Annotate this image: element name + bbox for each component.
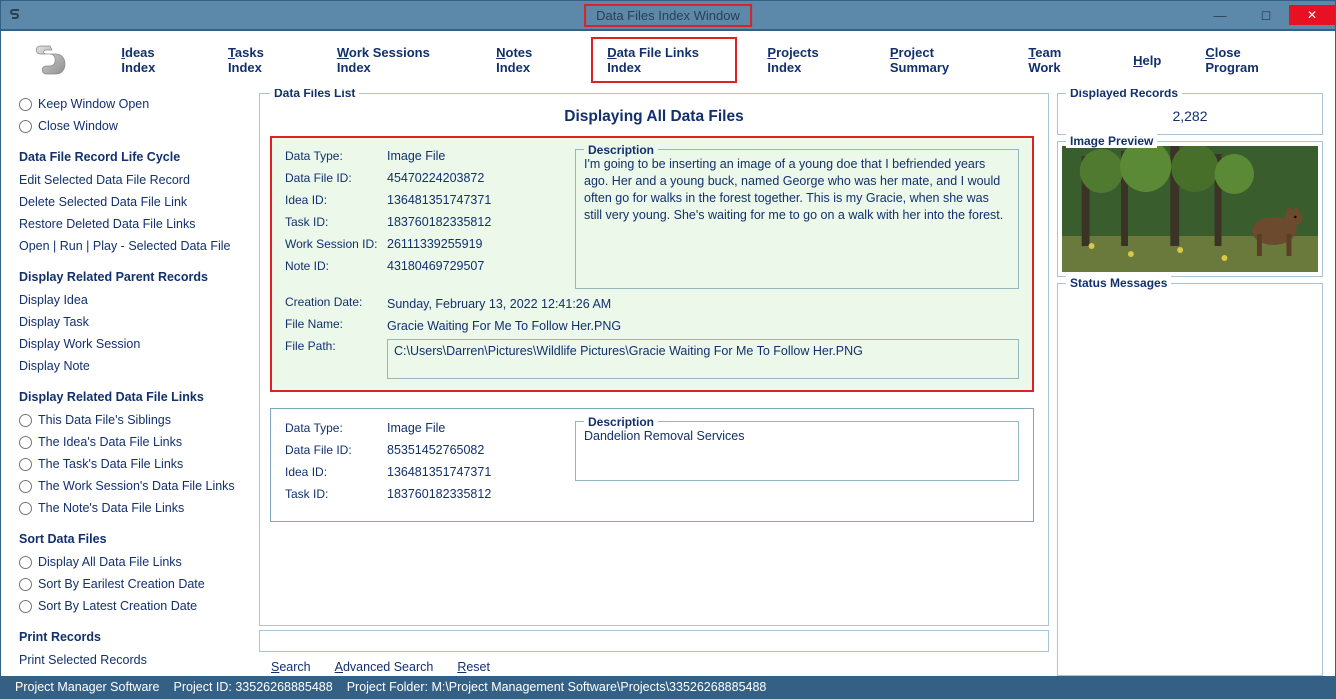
data-file-record[interactable]: Data Type:Image FileData File ID:4547022… [270, 136, 1034, 392]
menu-help[interactable]: Help [1119, 47, 1175, 74]
lifecycle-open-run-play-selected-data-file[interactable]: Open | Run | Play - Selected Data File [19, 235, 251, 257]
description-legend: Description [584, 142, 658, 158]
label-data_type: Data Type: [285, 149, 387, 163]
statusbar: Project Manager Software Project ID: 335… [1, 676, 1335, 698]
image-preview [1062, 146, 1318, 272]
displayed-records-legend: Displayed Records [1066, 89, 1182, 100]
value-file_path: C:\Users\Darren\Pictures\Wildlife Pictur… [387, 339, 1019, 379]
value-data_type: Image File [387, 149, 445, 163]
the-idea-s-data-file-links[interactable]: The Idea's Data File Links [19, 431, 251, 453]
displayed-records-count: 2,282 [1068, 108, 1312, 124]
parent-display-note[interactable]: Display Note [19, 355, 251, 377]
menu-team-work[interactable]: Team Work [1014, 39, 1103, 81]
value-work_session_id: 26111339255919 [387, 237, 482, 251]
list-title: Displaying All Data Files [270, 108, 1038, 126]
description-legend: Description [584, 414, 658, 430]
data-file-record[interactable]: Data Type:Image FileData File ID:8535145… [270, 408, 1034, 522]
lifecycle-delete-selected-data-file-link[interactable]: Delete Selected Data File Link [19, 191, 251, 213]
status-messages-legend: Status Messages [1066, 276, 1171, 290]
menu-project-summary[interactable]: Project Summary [876, 39, 998, 81]
close-window[interactable]: Close Window [19, 115, 251, 137]
parent-display-task[interactable]: Display Task [19, 311, 251, 333]
sort-by-latest-creation-date[interactable]: Sort By Latest Creation Date [19, 595, 251, 617]
maximize-button[interactable]: ◻ [1243, 5, 1289, 25]
parent-heading: Display Related Parent Records [19, 267, 251, 287]
label-creation_date: Creation Date: [285, 295, 387, 311]
search-input[interactable] [259, 630, 1049, 652]
menu-data-file-links-index[interactable]: Data File Links Index [591, 37, 737, 83]
image-preview-legend: Image Preview [1066, 134, 1157, 148]
label-idea_id: Idea ID: [285, 193, 387, 207]
titlebar: Data Files Index Window — ◻ ✕ [1, 1, 1335, 29]
minimize-button[interactable]: — [1197, 5, 1243, 25]
keep-window-open[interactable]: Keep Window Open [19, 93, 251, 115]
status-project-id: Project ID: 33526268885488 [174, 680, 333, 694]
sort-by-earilest-creation-date[interactable]: Sort By Earilest Creation Date [19, 573, 251, 595]
label-file_path: File Path: [285, 339, 387, 379]
value-data_type: Image File [387, 421, 445, 435]
the-task-s-data-file-links[interactable]: The Task's Data File Links [19, 453, 251, 475]
value-task_id: 183760182335812 [387, 487, 491, 501]
print-heading: Print Records [19, 627, 251, 647]
parent-display-work-session[interactable]: Display Work Session [19, 333, 251, 355]
menu-projects-index[interactable]: Projects Index [753, 39, 859, 81]
menubar: Ideas Index Tasks Index Work Sessions Inde… [1, 29, 1335, 89]
value-idea_id: 136481351747371 [387, 193, 491, 207]
data-files-list-panel: Data Files List Displaying All Data File… [259, 93, 1049, 626]
status-messages-panel: Status Messages [1057, 283, 1323, 676]
value-task_id: 183760182335812 [387, 215, 491, 229]
status-project-folder: Project Folder: M:\Project Management So… [347, 680, 767, 694]
parent-display-idea[interactable]: Display Idea [19, 289, 251, 311]
search-link[interactable]: Search [271, 660, 311, 674]
sort-heading: Sort Data Files [19, 529, 251, 549]
label-file_name: File Name: [285, 317, 387, 333]
menu-close-program[interactable]: Close Program [1191, 39, 1301, 81]
label-task_id: Task ID: [285, 215, 387, 229]
reset-link[interactable]: Reset [457, 660, 490, 674]
lifecycle-edit-selected-data-file-record[interactable]: Edit Selected Data File Record [19, 169, 251, 191]
value-idea_id: 136481351747371 [387, 465, 491, 479]
label-note_id: Note ID: [285, 259, 387, 273]
lifecycle-restore-deleted-data-file-links[interactable]: Restore Deleted Data File Links [19, 213, 251, 235]
the-note-s-data-file-links[interactable]: The Note's Data File Links [19, 497, 251, 519]
image-preview-panel: Image Preview [1057, 141, 1323, 277]
value-data_file_id: 45470224203872 [387, 171, 484, 185]
value-creation_date: Sunday, February 13, 2022 12:41:26 AM [387, 295, 1019, 311]
value-file_name: Gracie Waiting For Me To Follow Her.PNG [387, 317, 1019, 333]
description-text: I'm going to be inserting an image of a … [584, 156, 1010, 224]
close-button[interactable]: ✕ [1289, 5, 1335, 25]
value-note_id: 43180469729507 [387, 259, 484, 273]
records-scroll[interactable]: Data Type:Image FileData File ID:4547022… [270, 136, 1038, 619]
description-text: Dandelion Removal Services [584, 428, 1010, 445]
display-all-data-file-links[interactable]: Display All Data File Links [19, 551, 251, 573]
app-logo-icon [27, 36, 69, 84]
window-title: Data Files Index Window [584, 4, 752, 27]
list-legend: Data Files List [270, 89, 359, 100]
the-work-session-s-data-file-links[interactable]: The Work Session's Data File Links [19, 475, 251, 497]
displayed-records-panel: Displayed Records 2,282 [1057, 93, 1323, 135]
sidebar: Keep Window OpenClose Window Data File R… [19, 93, 251, 676]
status-app-name: Project Manager Software [15, 680, 160, 694]
lifecycle-heading: Data File Record Life Cycle [19, 147, 251, 167]
this-data-file-s-siblings[interactable]: This Data File's Siblings [19, 409, 251, 431]
print-print-selected-records[interactable]: Print Selected Records [19, 649, 251, 671]
label-work_session_id: Work Session ID: [285, 237, 387, 251]
label-data_file_id: Data File ID: [285, 171, 387, 185]
menu-notes-index[interactable]: Notes Index [482, 39, 575, 81]
menu-tasks-index[interactable]: Tasks Index [214, 39, 307, 81]
app-icon [5, 1, 27, 29]
related-heading: Display Related Data File Links [19, 387, 251, 407]
label-task_id: Task ID: [285, 487, 387, 501]
label-data_file_id: Data File ID: [285, 443, 387, 457]
label-data_type: Data Type: [285, 421, 387, 435]
menu-work-sessions-index[interactable]: Work Sessions Index [323, 39, 466, 81]
value-data_file_id: 85351452765082 [387, 443, 484, 457]
menu-ideas-index[interactable]: Ideas Index [107, 39, 198, 81]
advanced-search-link[interactable]: Advanced Search [335, 660, 434, 674]
label-idea_id: Idea ID: [285, 465, 387, 479]
